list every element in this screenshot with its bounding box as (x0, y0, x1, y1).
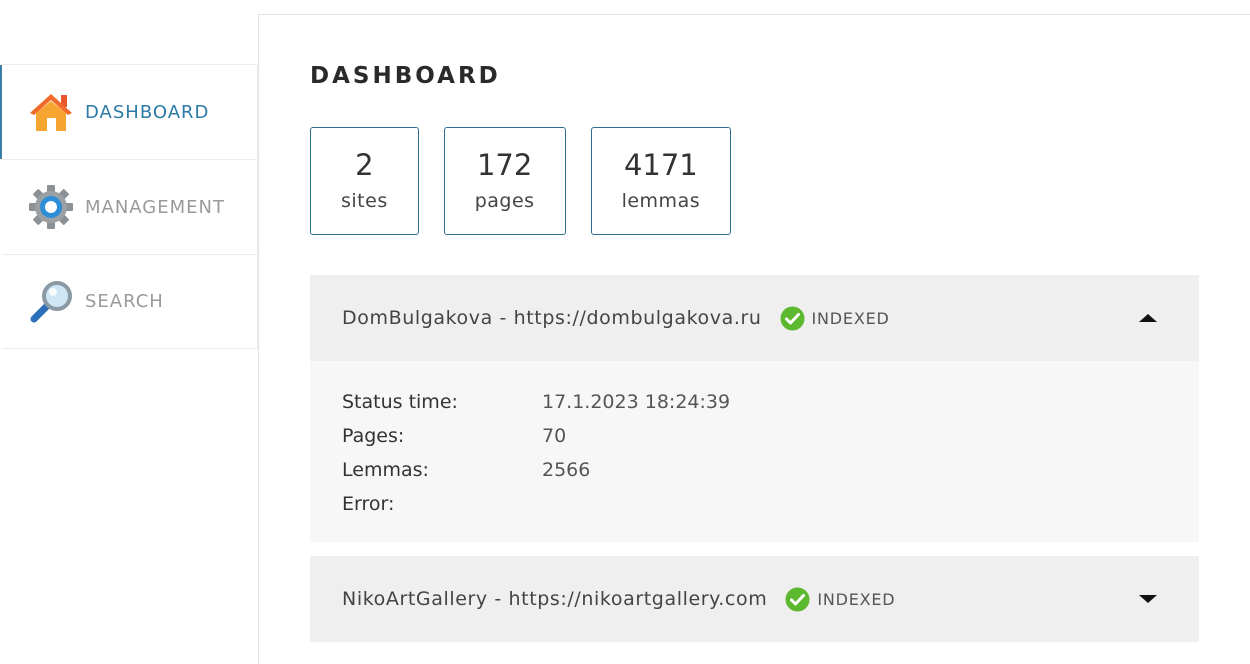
site-header[interactable]: NikoArtGallery - https://nikoartgallery.… (310, 556, 1199, 642)
stat-label: pages (474, 189, 535, 212)
detail-value: 2566 (542, 459, 591, 481)
sidebar: DASHBOARD MANAGEMENT SEARCH (0, 64, 258, 349)
site-header[interactable]: DomBulgakova - https://dombulgakova.ru I… (310, 275, 1199, 361)
site-card: DomBulgakova - https://dombulgakova.ru I… (310, 275, 1199, 542)
stat-sites: 2 sites (310, 127, 419, 235)
site-details: Status time: 17.1.2023 18:24:39 Pages: 7… (310, 361, 1199, 542)
stat-value: 2 (355, 148, 374, 183)
detail-row-lemmas: Lemmas: 2566 (342, 453, 1167, 487)
stat-value: 172 (476, 148, 533, 183)
home-icon (28, 89, 74, 135)
page-title: DASHBOARD (310, 63, 501, 89)
sidebar-item-label: SEARCH (85, 291, 164, 312)
detail-label: Lemmas: (342, 459, 429, 481)
gear-icon (28, 184, 74, 230)
chevron-down-icon[interactable] (1137, 592, 1159, 606)
site-name: DomBulgakova - https://dombulgakova.ru (342, 307, 762, 329)
detail-value: 17.1.2023 18:24:39 (542, 391, 731, 413)
stat-lemmas: 4171 lemmas (590, 127, 732, 235)
stat-label: lemmas (621, 189, 701, 212)
detail-row-status-time: Status time: 17.1.2023 18:24:39 (342, 385, 1167, 419)
check-circle-icon (785, 587, 810, 611)
status-text: INDEXED (811, 308, 890, 328)
stats-row: 2 sites 172 pages 4171 lemmas (310, 127, 732, 235)
detail-label: Pages: (342, 425, 405, 447)
sidebar-item-label: MANAGEMENT (85, 196, 225, 218)
site-name: NikoArtGallery - https://nikoartgallery.… (342, 588, 768, 610)
sidebar-item-dashboard[interactable]: DASHBOARD (0, 64, 258, 159)
chevron-up-icon[interactable] (1137, 311, 1159, 325)
stat-label: sites (341, 189, 388, 212)
status-badge: INDEXED (780, 306, 890, 331)
status-text: INDEXED (817, 589, 896, 609)
status-badge: INDEXED (785, 587, 895, 612)
stat-pages: 172 pages (443, 127, 566, 235)
magnifier-icon (28, 279, 74, 325)
site-card: NikoArtGallery - https://nikoartgallery.… (310, 556, 1199, 642)
main-content: DASHBOARD 2 sites 172 pages 4171 lemmas … (258, 14, 1250, 664)
detail-label: Error: (342, 493, 395, 515)
stat-value: 4171 (623, 148, 698, 183)
detail-value: 70 (542, 425, 567, 447)
detail-row-pages: Pages: 70 (342, 419, 1167, 453)
sidebar-item-label: DASHBOARD (85, 101, 210, 123)
sidebar-item-search[interactable]: SEARCH (2, 254, 258, 349)
check-circle-icon (780, 306, 805, 330)
detail-label: Status time: (342, 391, 458, 413)
detail-row-error: Error: (342, 487, 1167, 521)
sidebar-item-management[interactable]: MANAGEMENT (2, 159, 258, 254)
